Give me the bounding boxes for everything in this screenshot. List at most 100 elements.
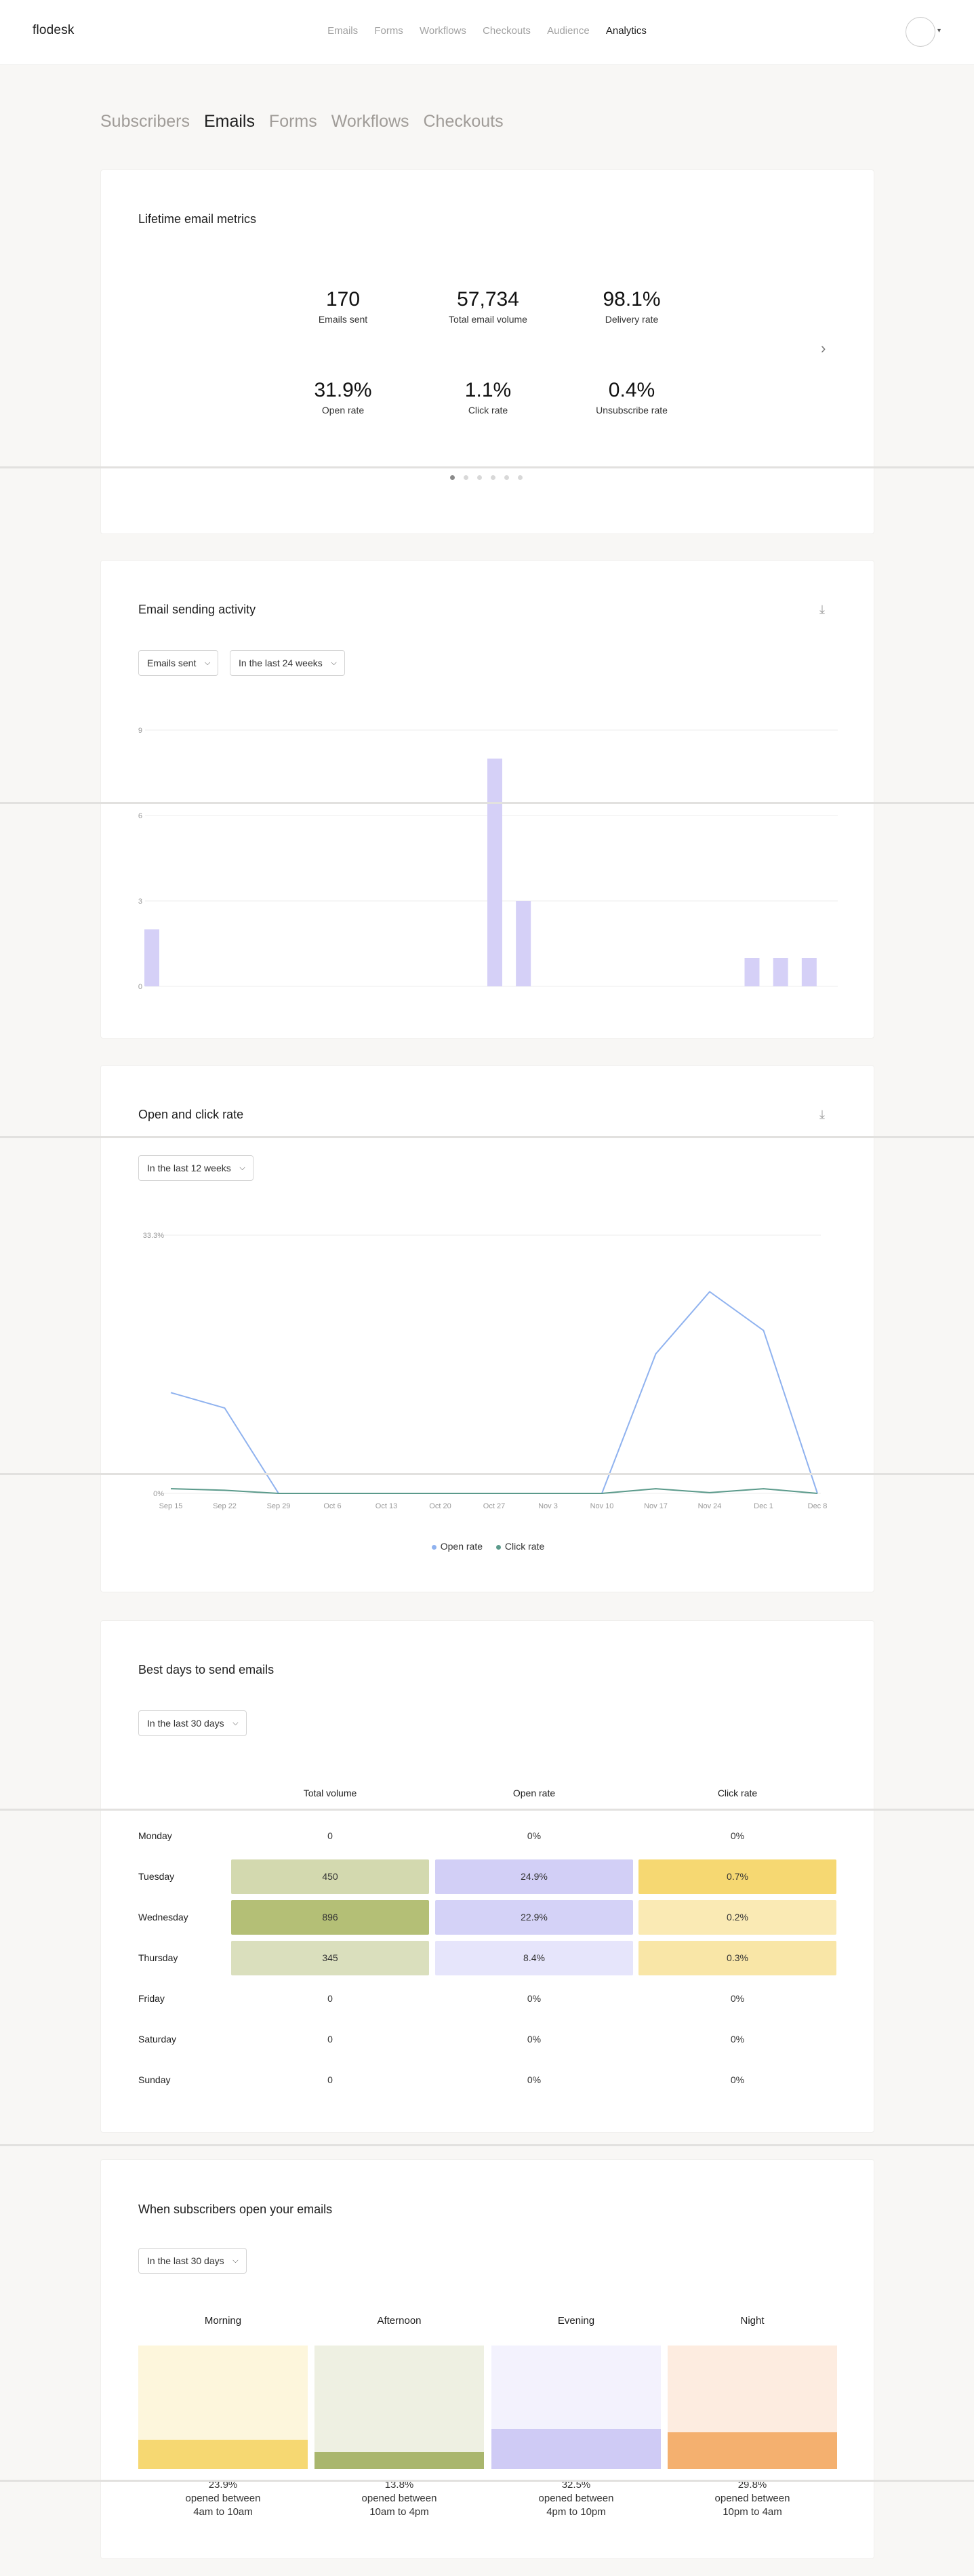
x-tick-label: Oct 13 [376, 1502, 397, 1510]
bar [773, 958, 788, 986]
select-value: In the last 30 days [147, 1718, 224, 1729]
period-bar [491, 2346, 661, 2469]
caption-window: 4am to 10am [193, 2506, 253, 2518]
x-tick-label: Nov 17 [644, 1502, 668, 1510]
range-select[interactable]: In the last 30 days ⌵ [138, 2248, 247, 2274]
x-tick-label: Oct 20 [429, 1502, 451, 1510]
table-cell-click: 0.3% [638, 1941, 836, 1975]
x-tick-label: Oct 27 [483, 1502, 505, 1510]
metric-label: Open rate [321, 405, 365, 416]
x-tick-label: Oct 6 [323, 1502, 341, 1510]
table-cell-open: 8.4% [435, 1941, 633, 1975]
y-tick-label: 9 [138, 727, 142, 735]
table-cell-click: 0% [730, 2074, 745, 2085]
table-cell-click: 0% [730, 1830, 745, 1841]
carousel-dot[interactable] [464, 475, 468, 480]
click-rate-line [170, 1488, 818, 1494]
carousel-dot[interactable] [450, 475, 455, 480]
bar [744, 958, 760, 986]
metric-unsubscribe-rate: 0.4% Unsubscribe rate [564, 379, 699, 416]
table-cell-volume: 0 [327, 2034, 333, 2045]
period-bar [314, 2346, 484, 2469]
card-title: Email sending activity [138, 603, 256, 616]
range-select[interactable]: In the last 24 weeks ⌵ [230, 650, 345, 676]
table-cell-open: 22.9% [435, 1900, 633, 1935]
period-caption: 23.9% opened between 4am to 10am [138, 2478, 308, 2519]
period-heading: Afternoon [377, 2315, 422, 2327]
download-icon[interactable]: ⤓ [815, 1108, 829, 1121]
carousel-dot[interactable] [504, 475, 509, 480]
metric-label: Delivery rate [605, 314, 659, 325]
table-cell-open: 0% [527, 2034, 542, 2045]
period-heading: Evening [557, 2315, 595, 2327]
avatar[interactable] [906, 17, 935, 47]
chevron-down-icon: ⌵ [331, 659, 337, 667]
legend-item-open-rate[interactable]: Open rate [431, 1541, 483, 1552]
bar [144, 929, 159, 986]
carousel-dot[interactable] [518, 475, 523, 480]
x-tick-label: Dec 1 [754, 1502, 773, 1510]
metric-select[interactable]: Emails sent ⌵ [138, 650, 219, 676]
tab-emails[interactable]: Emails [204, 112, 255, 131]
table-cell-volume: 0 [327, 1830, 333, 1841]
table-cell-open: 0% [527, 1993, 542, 2004]
table-cell-click: 0.2% [638, 1900, 836, 1935]
range-select[interactable]: In the last 30 days ⌵ [138, 1710, 247, 1736]
line-chart-svg: 33.3% 0% Sep 15 Sep 22 Sep 29 Oct 6 Oct 13 Oct … [143, 1232, 828, 1510]
period-bar [138, 2346, 308, 2469]
metric-label: Emails sent [318, 314, 368, 325]
sending-activity-card: Email sending activity ⤓ Emails sent ⌵ In… [100, 560, 874, 1039]
period-caption: 32.5% opened between 4pm to 10pm [491, 2478, 661, 2519]
metric-open-rate: 31.9% Open rate [275, 379, 411, 416]
carousel-dot[interactable] [491, 475, 495, 480]
day-label: Sunday [138, 2074, 171, 2085]
card-title: Lifetime email metrics [138, 212, 257, 226]
range-select[interactable]: In the last 12 weeks ⌵ [138, 1155, 253, 1181]
table-cell-click: 0.7% [638, 1859, 836, 1894]
x-tick-label: Sep 15 [159, 1502, 183, 1510]
metric-value: 1.1% [464, 379, 512, 401]
nav-item-audience[interactable]: Audience [547, 25, 590, 37]
caption-opened-label: opened between [714, 2493, 790, 2504]
chevron-down-icon[interactable]: ▾ [937, 27, 941, 35]
carousel-dots [450, 471, 531, 483]
day-label: Thursday [138, 1952, 178, 1963]
metric-value: 0.4% [608, 379, 655, 401]
nav-item-checkouts[interactable]: Checkouts [483, 25, 531, 37]
period-bar [668, 2346, 837, 2469]
carousel-dot[interactable] [477, 475, 482, 480]
period-caption: 29.8% opened between 10pm to 4am [668, 2478, 837, 2519]
top-nav: Emails Forms Workflows Checkouts Audienc… [0, 25, 974, 37]
column-header-volume: Total volume [303, 1788, 357, 1798]
divider [0, 1473, 974, 1475]
tab-checkouts[interactable]: Checkouts [424, 112, 504, 131]
best-days-card: Best days to send emails In the last 30 … [100, 1620, 874, 2133]
day-label: Friday [138, 1993, 165, 2004]
y-tick-label: 0 [138, 983, 142, 991]
nav-item-workflows[interactable]: Workflows [420, 25, 466, 37]
download-icon[interactable]: ⤓ [815, 603, 829, 616]
period-bar-fill [138, 2440, 308, 2469]
tab-workflows[interactable]: Workflows [331, 112, 409, 131]
column-header-click-rate: Click rate [717, 1788, 758, 1798]
card-title: Open and click rate [138, 1108, 244, 1121]
open-times-card: When subscribers open your emails In the… [100, 2159, 874, 2559]
nav-item-forms[interactable]: Forms [374, 25, 403, 37]
period-caption: 13.8% opened between 10am to 4pm [314, 2478, 484, 2519]
day-label: Tuesday [138, 1871, 175, 1882]
tab-subscribers[interactable]: Subscribers [100, 112, 190, 131]
chevron-right-icon[interactable]: › [821, 340, 826, 357]
x-tick-label: Sep 22 [213, 1502, 237, 1510]
legend-item-click-rate[interactable]: Click rate [495, 1541, 544, 1552]
legend-label: Open rate [440, 1541, 483, 1552]
nav-item-analytics[interactable]: Analytics [606, 25, 647, 37]
tab-forms[interactable]: Forms [269, 112, 317, 131]
table-cell-click: 0% [730, 1993, 745, 2004]
caption-window: 10pm to 4am [723, 2506, 782, 2518]
x-tick-label: Sep 29 [267, 1502, 291, 1510]
nav-item-emails[interactable]: Emails [327, 25, 358, 37]
table-cell-open: 0% [527, 1830, 542, 1841]
table-cell-volume: 345 [231, 1941, 429, 1975]
day-label: Wednesday [138, 1912, 188, 1923]
x-tick-label: Dec 8 [808, 1502, 828, 1510]
